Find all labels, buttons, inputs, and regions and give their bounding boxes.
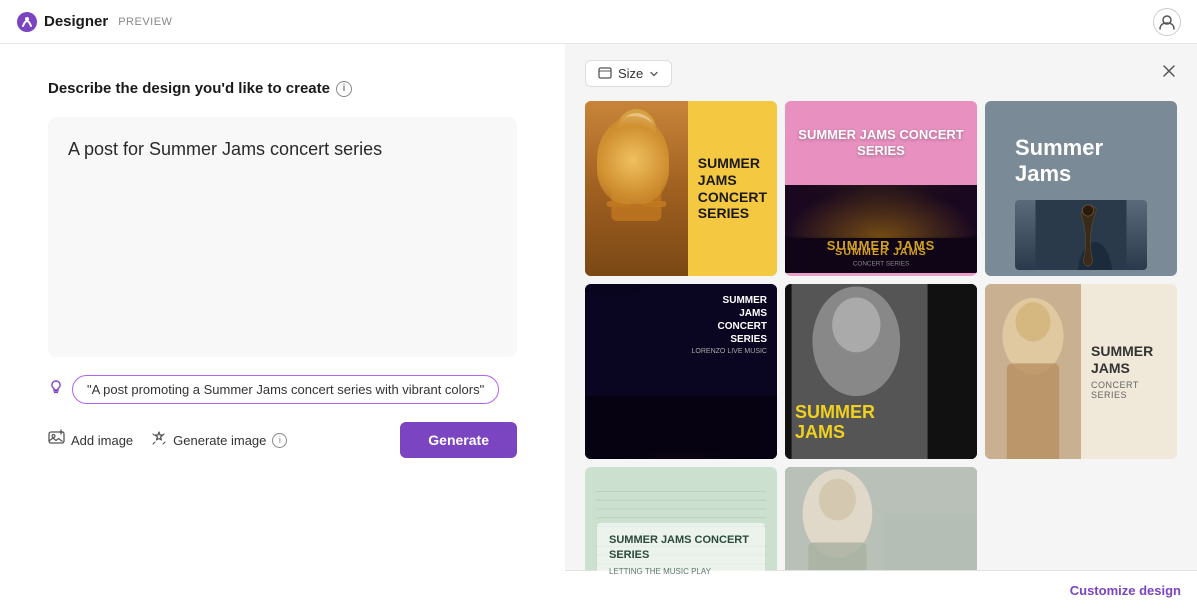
generate-image-icon	[151, 430, 167, 451]
right-panel: Size	[565, 44, 1197, 610]
generate-image-button[interactable]: Generate image i	[151, 430, 287, 451]
gallery-card-2[interactable]: SUMMER JAMS CONCERT SERIES	[785, 101, 977, 276]
card-1-text: SUMMER JAMS CONCERT SERIES	[688, 101, 777, 276]
size-button[interactable]: Size	[585, 60, 672, 87]
gallery-card-3[interactable]: Summer Jams Concert Series IDEAS FOR LIV…	[985, 101, 1177, 276]
gallery-card-7[interactable]: SUMMER JAMS CONCERT SERIES LETTING THE M…	[585, 467, 777, 610]
gallery-card-1[interactable]: SUMMER JAMS CONCERT SERIES	[585, 101, 777, 276]
svg-text:CONCERT SERIES: CONCERT SERIES	[853, 260, 909, 267]
size-label: Size	[618, 66, 643, 81]
add-image-label: Add image	[71, 433, 133, 448]
suggestion-row: "A post promoting a Summer Jams concert …	[48, 375, 517, 404]
add-image-icon	[48, 429, 65, 451]
generate-button[interactable]: Generate	[400, 422, 517, 458]
generate-image-label: Generate image	[173, 433, 266, 448]
gallery-card-5[interactable]: SUMMERJAMS	[785, 284, 977, 459]
panel-info-icon[interactable]: i	[336, 81, 352, 97]
add-image-button[interactable]: Add image	[48, 429, 133, 451]
panel-title: Describe the design you'd like to create…	[48, 80, 517, 97]
main-content: Describe the design you'd like to create…	[0, 44, 1197, 610]
card-4-sub: LORENZO LIVE MUSIC	[692, 348, 767, 355]
card-1-image	[585, 101, 688, 276]
close-button[interactable]	[1161, 63, 1177, 84]
nav-left: Designer PREVIEW	[16, 11, 172, 33]
card-5-title: SUMMERJAMS	[795, 403, 875, 443]
right-header: Size	[585, 60, 1177, 87]
card-2-bottom: SUMMER JAMS CONCERT SERIES	[785, 185, 977, 273]
gallery-card-4[interactable]: SUMMERJAMSCONCERTSERIES LORENZO LIVE MUS…	[585, 284, 777, 459]
action-left: Add image Generate image i	[48, 429, 287, 451]
card-6-sub: CONCERT SERIES	[1091, 380, 1167, 400]
gallery-card-6[interactable]: SUMMER JAMS CONCERT SERIES	[985, 284, 1177, 459]
app-title: Designer	[44, 13, 108, 30]
panel-title-text: Describe the design you'd like to create	[48, 80, 330, 97]
chevron-down-icon	[649, 69, 659, 79]
suggestion-chip[interactable]: "A post promoting a Summer Jams concert …	[72, 375, 499, 404]
designer-logo-icon	[16, 11, 38, 33]
card-7-title: SUMMER JAMS CONCERT SERIES	[609, 533, 753, 564]
gallery-grid: SUMMER JAMS CONCERT SERIES SUMMER JAMS C…	[585, 101, 1177, 610]
card-1-title: SUMMER JAMS CONCERT SERIES	[698, 155, 767, 222]
suggestion-bulb-icon	[48, 379, 64, 400]
prompt-area[interactable]: A post for Summer Jams concert series	[48, 117, 517, 357]
card-6-title: SUMMER JAMS	[1091, 343, 1167, 377]
action-row: Add image Generate image i Generate	[48, 422, 517, 458]
left-panel: Describe the design you'd like to create…	[0, 44, 565, 610]
card-3-title: Summer Jams	[1015, 135, 1147, 188]
card-7-sub: LETTING THE MUSIC PLAY	[609, 567, 753, 576]
size-icon	[598, 67, 612, 81]
card-4-title: SUMMERJAMSCONCERTSERIES	[692, 294, 767, 346]
preview-label: PREVIEW	[118, 16, 172, 28]
generate-image-info-icon[interactable]: i	[272, 433, 287, 448]
user-avatar[interactable]	[1153, 8, 1181, 36]
card-2-title: SUMMER JAMS CONCERT SERIES	[795, 127, 967, 158]
app-logo: Designer	[16, 11, 108, 33]
top-nav: Designer PREVIEW	[0, 0, 1197, 44]
customize-design-button[interactable]: Customize design	[1070, 583, 1181, 598]
svg-text:SUMMER JAMS: SUMMER JAMS	[835, 247, 927, 258]
prompt-text: A post for Summer Jams concert series	[68, 137, 497, 162]
